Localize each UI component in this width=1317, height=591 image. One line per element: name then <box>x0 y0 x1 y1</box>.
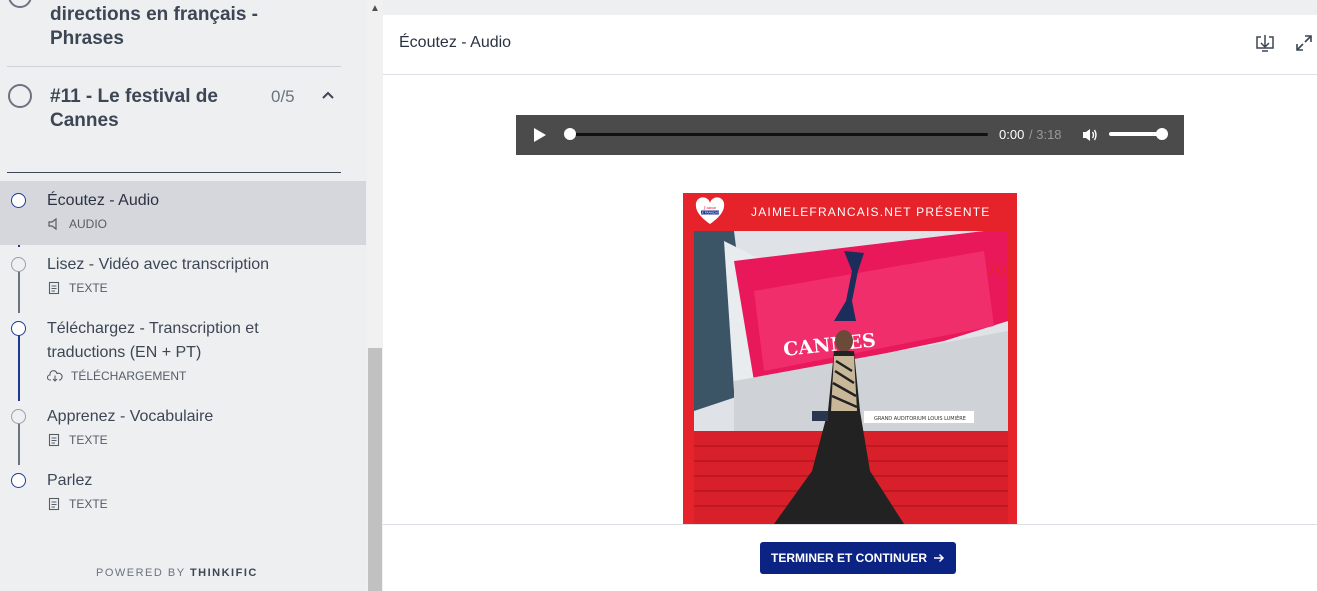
play-icon[interactable] <box>533 127 547 143</box>
arrow-right-icon <box>934 553 945 563</box>
lesson-title: Écoutez - Audio <box>47 192 160 209</box>
lesson-item[interactable]: Parlez TEXTE <box>0 461 366 525</box>
seek-handle[interactable] <box>564 128 576 140</box>
building-sign: GRAND AUDITORIUM LOUIS LUMIÈRE <box>874 414 966 422</box>
content-header: Écoutez - Audio <box>383 15 1317 75</box>
logo-text-top: J'aime <box>703 205 717 210</box>
banner-number: 70 <box>986 261 1006 280</box>
divider <box>7 66 341 67</box>
document-icon <box>48 497 60 511</box>
complete-and-continue-button[interactable]: TERMINER ET CONTINUER <box>760 542 956 574</box>
lesson-status-dot <box>11 257 26 272</box>
cannes-red-carpet-illustration: CANNES 70 GRAND AUDITORIUM LOUIS LUMIÈRE <box>694 231 1008 524</box>
chapter-title[interactable]: #11 - Le festival de Cannes <box>50 85 250 133</box>
lesson-type: TEXTE <box>47 433 108 447</box>
lesson-type-label: TEXTE <box>69 433 108 447</box>
lesson-item[interactable]: Apprenez - Vocabulaire TEXTE <box>0 397 366 461</box>
document-icon <box>48 433 60 447</box>
volume-slider[interactable] <box>1109 132 1161 136</box>
current-time: 0:00 <box>999 127 1025 142</box>
lesson-title: Parlez <box>47 472 93 489</box>
chapter-progress: 0/5 <box>271 87 295 106</box>
lesson-heading: Écoutez - Audio <box>399 34 512 51</box>
cloud-download-icon <box>47 370 63 382</box>
lesson-type-label: TEXTE <box>69 281 108 295</box>
chapter-status-circle <box>8 0 32 8</box>
seek-bar[interactable] <box>567 133 988 136</box>
speaker-icon <box>48 217 57 231</box>
lesson-title: Apprenez - Vocabulaire <box>47 408 214 425</box>
powered-brand: THINKIFIC <box>189 567 258 579</box>
lesson-title: Lisez - Vidéo avec transcription <box>47 256 270 273</box>
lesson-type: TÉLÉCHARGEMENT <box>47 369 186 383</box>
heart-logo-icon: J'aime LE FRANÇAIS <box>695 197 725 224</box>
lesson-type: TEXTE <box>47 497 108 511</box>
lesson-status-dot <box>11 473 26 488</box>
sidebar-scrollbar[interactable]: ▲ <box>367 0 383 591</box>
powered-prefix: POWERED BY <box>96 567 186 579</box>
volume-handle[interactable] <box>1156 128 1168 140</box>
lesson-type-label: TEXTE <box>69 497 108 511</box>
audio-player[interactable]: 0:00 / 3:18 <box>516 115 1184 155</box>
document-icon <box>48 281 60 295</box>
logo-text-bottom: LE FRANÇAIS <box>700 211 720 215</box>
continue-button-label: TERMINER ET CONTINUER <box>771 551 927 565</box>
scrollbar-thumb[interactable] <box>368 348 382 591</box>
chapter-status-circle <box>8 84 32 108</box>
expand-icon[interactable] <box>1295 34 1313 52</box>
previous-chapter-title[interactable]: directions en français - Phrases <box>50 3 320 51</box>
lesson-type-label: TÉLÉCHARGEMENT <box>71 369 187 383</box>
lesson-type: AUDIO <box>47 217 107 231</box>
lesson-type-label: AUDIO <box>69 217 108 231</box>
chevron-up-icon[interactable] <box>321 88 335 102</box>
lesson-type: TEXTE <box>47 281 108 295</box>
lesson-status-dot <box>11 409 26 424</box>
course-sidebar: directions en français - Phrases #11 - L… <box>0 0 367 591</box>
lesson-poster-image: J'aime LE FRANÇAIS JAIMELEFRANCAIS.NET P… <box>683 193 1017 524</box>
cannes-photo: CANNES 70 GRAND AUDITORIUM LOUIS LUMIÈRE <box>694 231 1008 524</box>
content-footer: TERMINER ET CONTINUER <box>383 524 1317 591</box>
divider <box>7 172 341 173</box>
lesson-content: Écoutez - Audio 0:00 / 3:18 J'aime LE FR… <box>383 15 1317 591</box>
download-icon[interactable] <box>1255 33 1275 53</box>
volume-icon[interactable] <box>1081 126 1099 144</box>
lesson-item[interactable]: Écoutez - Audio AUDIO <box>0 181 366 245</box>
lesson-title: Téléchargez - Transcription et traductio… <box>47 320 259 361</box>
scroll-up-arrow-icon[interactable]: ▲ <box>367 0 383 16</box>
lesson-item[interactable]: Téléchargez - Transcription et traductio… <box>0 309 366 397</box>
lesson-item[interactable]: Lisez - Vidéo avec transcription TEXTE <box>0 245 366 309</box>
lesson-status-dot <box>11 321 26 336</box>
duration: / 3:18 <box>1029 127 1062 142</box>
lesson-status-dot <box>11 193 26 208</box>
poster-header: JAIMELEFRANCAIS.NET PRÉSENTE <box>751 205 991 219</box>
powered-by[interactable]: POWERED BY THINKIFIC <box>96 567 258 579</box>
